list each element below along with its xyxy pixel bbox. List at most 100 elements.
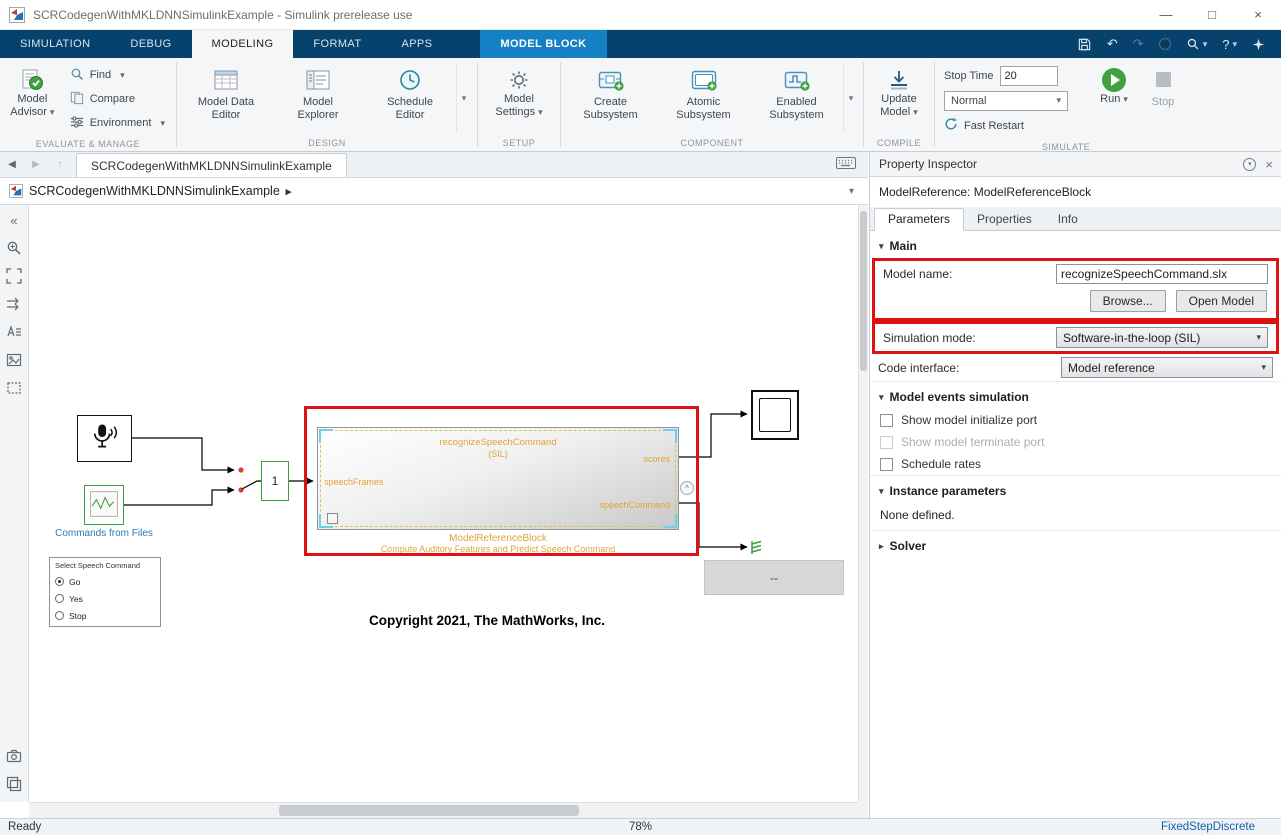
simulation-mode-label: Simulation mode:: [883, 331, 1056, 345]
commands-from-files-block[interactable]: [84, 485, 124, 525]
speech-command-selector[interactable]: Select Speech Command Go Yes Stop: [49, 557, 161, 627]
solver-link[interactable]: FixedStepDiscrete: [1161, 821, 1273, 833]
section-solver[interactable]: ▸ Solver: [870, 530, 1281, 558]
section-main[interactable]: ▾ Main: [870, 231, 1281, 258]
schedule-editor-button[interactable]: Schedule Editor: [364, 61, 456, 136]
model-advisor-button[interactable]: Model Advisor▾: [3, 61, 62, 137]
display-block[interactable]: --: [704, 560, 844, 595]
open-model-button[interactable]: Open Model: [1176, 290, 1267, 312]
schedule-rates-row: Schedule rates: [870, 453, 1281, 475]
chevron-down-icon: ▾: [160, 118, 165, 129]
run-play-icon: [1102, 66, 1126, 93]
code-interface-select[interactable]: Model reference ▾: [1061, 357, 1273, 378]
enabled-subsystem-button[interactable]: Enabled Subsystem: [750, 61, 843, 136]
record-icon[interactable]: [1159, 38, 1171, 50]
gain-block[interactable]: 1: [261, 461, 289, 501]
model-explorer-button[interactable]: Model Explorer: [272, 61, 364, 136]
section-label-evaluate: EVALUATE & MANAGE: [0, 137, 176, 151]
tab-info[interactable]: Info: [1045, 209, 1091, 230]
component-overflow-button[interactable]: ▾: [843, 65, 858, 132]
simulation-mode-select[interactable]: Software-in-the-loop (SIL) ▾: [1056, 327, 1268, 348]
section-label-compile: COMPILE: [864, 136, 934, 151]
breadcrumb-dropdown-icon[interactable]: ▾: [849, 186, 854, 197]
breadcrumb-model-name[interactable]: SCRCodegenWithMKLDNNSimulinkExample: [29, 184, 280, 198]
atomic-subsystem-button[interactable]: Atomic Subsystem: [657, 61, 750, 136]
radio-icon[interactable]: [55, 577, 64, 586]
run-button[interactable]: Run▾: [1088, 61, 1140, 140]
model-document-tab[interactable]: SCRCodegenWithMKLDNNSimulinkExample: [76, 153, 347, 177]
undo-icon[interactable]: ↶: [1107, 36, 1118, 52]
viewmarks-icon[interactable]: [4, 746, 24, 766]
chevron-down-icon: ▾: [538, 107, 543, 117]
annotation-highlight-model-name: Model name: Browse... Open Model: [872, 258, 1279, 321]
microphone-block[interactable]: [77, 415, 132, 462]
schedule-rates-checkbox[interactable]: [880, 458, 893, 471]
stop-button[interactable]: Stop: [1140, 61, 1186, 140]
tab-properties[interactable]: Properties: [964, 209, 1045, 230]
content-preview-toggle[interactable]: ^: [680, 481, 694, 495]
browse-button[interactable]: Browse...: [1090, 290, 1166, 312]
show-initialize-checkbox[interactable]: [880, 414, 893, 427]
tab-modeling[interactable]: MODELING: [192, 30, 294, 58]
create-subsystem-button[interactable]: Create Subsystem: [564, 61, 657, 136]
maximize-button[interactable]: □: [1189, 0, 1235, 29]
canvas-vertical-scrollbar[interactable]: [858, 205, 868, 802]
minimize-button[interactable]: —: [1143, 0, 1189, 29]
tab-apps[interactable]: APPS: [381, 30, 452, 58]
canvas-tool-palette: «: [0, 205, 29, 802]
tab-format[interactable]: FORMAT: [293, 30, 381, 58]
scope-screen: [759, 398, 791, 432]
chevron-down-icon: ▾: [913, 107, 918, 117]
preferences-sparkle-icon[interactable]: [1252, 38, 1265, 51]
back-button[interactable]: ◀: [0, 151, 24, 177]
tab-simulation[interactable]: SIMULATION: [0, 30, 110, 58]
fast-restart-button[interactable]: Fast Restart: [944, 114, 1082, 137]
model-data-editor-button[interactable]: Model Data Editor: [180, 61, 272, 136]
panel-menu-icon[interactable]: ▾: [1243, 158, 1256, 171]
zoom-icon[interactable]: [4, 238, 24, 258]
search-icon[interactable]: ▾: [1186, 37, 1208, 51]
tab-parameters[interactable]: Parameters: [874, 208, 964, 231]
redo-icon[interactable]: ↷: [1133, 36, 1144, 52]
model-reference-block[interactable]: recognizeSpeechCommand (SIL) speechFrame…: [317, 427, 679, 530]
model-ref-subtitle: (SIL): [318, 449, 678, 459]
schedule-editor-clock-icon: [397, 66, 423, 93]
tab-model-block[interactable]: MODEL BLOCK: [480, 30, 606, 58]
area-icon[interactable]: [4, 378, 24, 398]
find-button[interactable]: Find ▾: [64, 63, 171, 87]
layers-icon[interactable]: [4, 774, 24, 794]
design-overflow-button[interactable]: ▾: [456, 65, 471, 132]
up-to-parent-button[interactable]: ↑: [48, 151, 72, 177]
radio-option-yes[interactable]: Yes: [55, 590, 155, 607]
fast-restart-icon: [944, 117, 958, 134]
forward-button[interactable]: ▶: [24, 151, 48, 177]
zoom-level: 78%: [629, 821, 652, 833]
stop-time-input[interactable]: [1000, 66, 1058, 86]
annotation-icon[interactable]: [4, 322, 24, 342]
image-icon[interactable]: [4, 350, 24, 370]
signal-routing-icon[interactable]: [4, 294, 24, 314]
tab-debug[interactable]: DEBUG: [110, 30, 191, 58]
inspector-close-icon[interactable]: ×: [1265, 157, 1273, 172]
fit-to-view-icon[interactable]: [4, 266, 24, 286]
compare-button[interactable]: Compare: [64, 87, 171, 111]
close-button[interactable]: ×: [1235, 0, 1281, 29]
canvas-horizontal-scrollbar[interactable]: [29, 802, 858, 818]
model-name-input[interactable]: [1056, 264, 1268, 284]
model-canvas[interactable]: Commands from Files 1 recognizeSpeechCom…: [29, 205, 858, 802]
model-settings-button[interactable]: Model Settings▾: [483, 61, 555, 136]
environment-button[interactable]: Environment ▾: [64, 111, 171, 135]
radio-icon[interactable]: [55, 594, 64, 603]
help-icon[interactable]: ? ▾: [1222, 37, 1237, 52]
radio-option-go[interactable]: Go: [55, 573, 155, 590]
keyboard-shortcuts-icon[interactable]: [836, 157, 856, 172]
save-icon[interactable]: [1077, 37, 1092, 52]
section-instance-parameters[interactable]: ▾ Instance parameters: [870, 475, 1281, 503]
section-model-events[interactable]: ▾ Model events simulation: [870, 381, 1281, 409]
scope-block[interactable]: [751, 390, 799, 440]
update-model-button[interactable]: Update Model▾: [867, 61, 931, 136]
radio-icon[interactable]: [55, 611, 64, 620]
radio-option-stop[interactable]: Stop: [55, 607, 155, 624]
simulation-mode-dropdown[interactable]: Normal ▾: [944, 91, 1068, 111]
hide-browser-icon[interactable]: «: [4, 210, 24, 230]
